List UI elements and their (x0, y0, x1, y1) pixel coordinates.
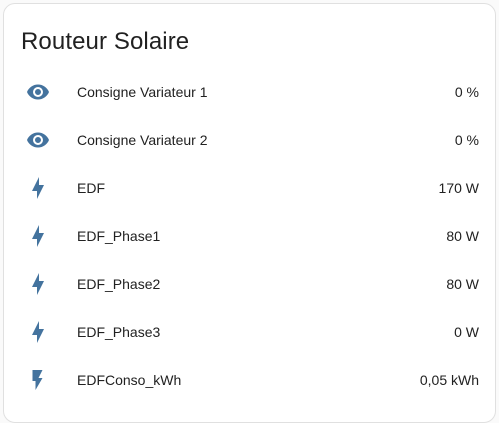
entity-name: EDF_Phase3 (77, 324, 161, 340)
lightning-bolt-icon (26, 320, 50, 344)
entity-state: 0,05 kWh (419, 372, 479, 388)
flash-icon (26, 368, 50, 392)
entity-row-edf-phase2[interactable]: EDF_Phase2 80 W (4, 264, 495, 304)
entity-row-edf[interactable]: EDF 170 W (4, 168, 495, 208)
lightning-bolt-icon (26, 272, 50, 296)
entity-row-consigne-variateur-2[interactable]: Consigne Variateur 2 0 % (4, 120, 495, 160)
entity-state: 0 % (454, 132, 479, 148)
entity-state: 80 W (446, 276, 479, 292)
entity-state: 170 W (438, 180, 479, 196)
eye-icon (26, 128, 50, 152)
lightning-bolt-icon (26, 224, 50, 248)
entity-state: 80 W (446, 228, 479, 244)
entity-name: EDF_Phase1 (77, 228, 161, 244)
eye-icon (26, 80, 50, 104)
entity-state: 0 % (454, 84, 479, 100)
entity-name: Consigne Variateur 1 (77, 84, 208, 100)
entity-row-consigne-variateur-1[interactable]: Consigne Variateur 1 0 % (4, 72, 495, 112)
entity-row-edf-phase3[interactable]: EDF_Phase3 0 W (4, 312, 495, 352)
entities-card: Routeur Solaire Consigne Variateur 1 0 %… (3, 3, 496, 423)
lightning-bolt-icon (26, 176, 50, 200)
entity-state: 0 W (454, 324, 479, 340)
entity-name: Consigne Variateur 2 (77, 132, 208, 148)
entity-name: EDF_Phase2 (77, 276, 161, 292)
entity-row-edf-phase1[interactable]: EDF_Phase1 80 W (4, 216, 495, 256)
entity-row-edfconso-kwh[interactable]: EDFConso_kWh 0,05 kWh (4, 360, 495, 400)
entity-name: EDFConso_kWh (77, 372, 182, 388)
entity-name: EDF (77, 180, 105, 196)
card-title: Routeur Solaire (21, 28, 190, 55)
